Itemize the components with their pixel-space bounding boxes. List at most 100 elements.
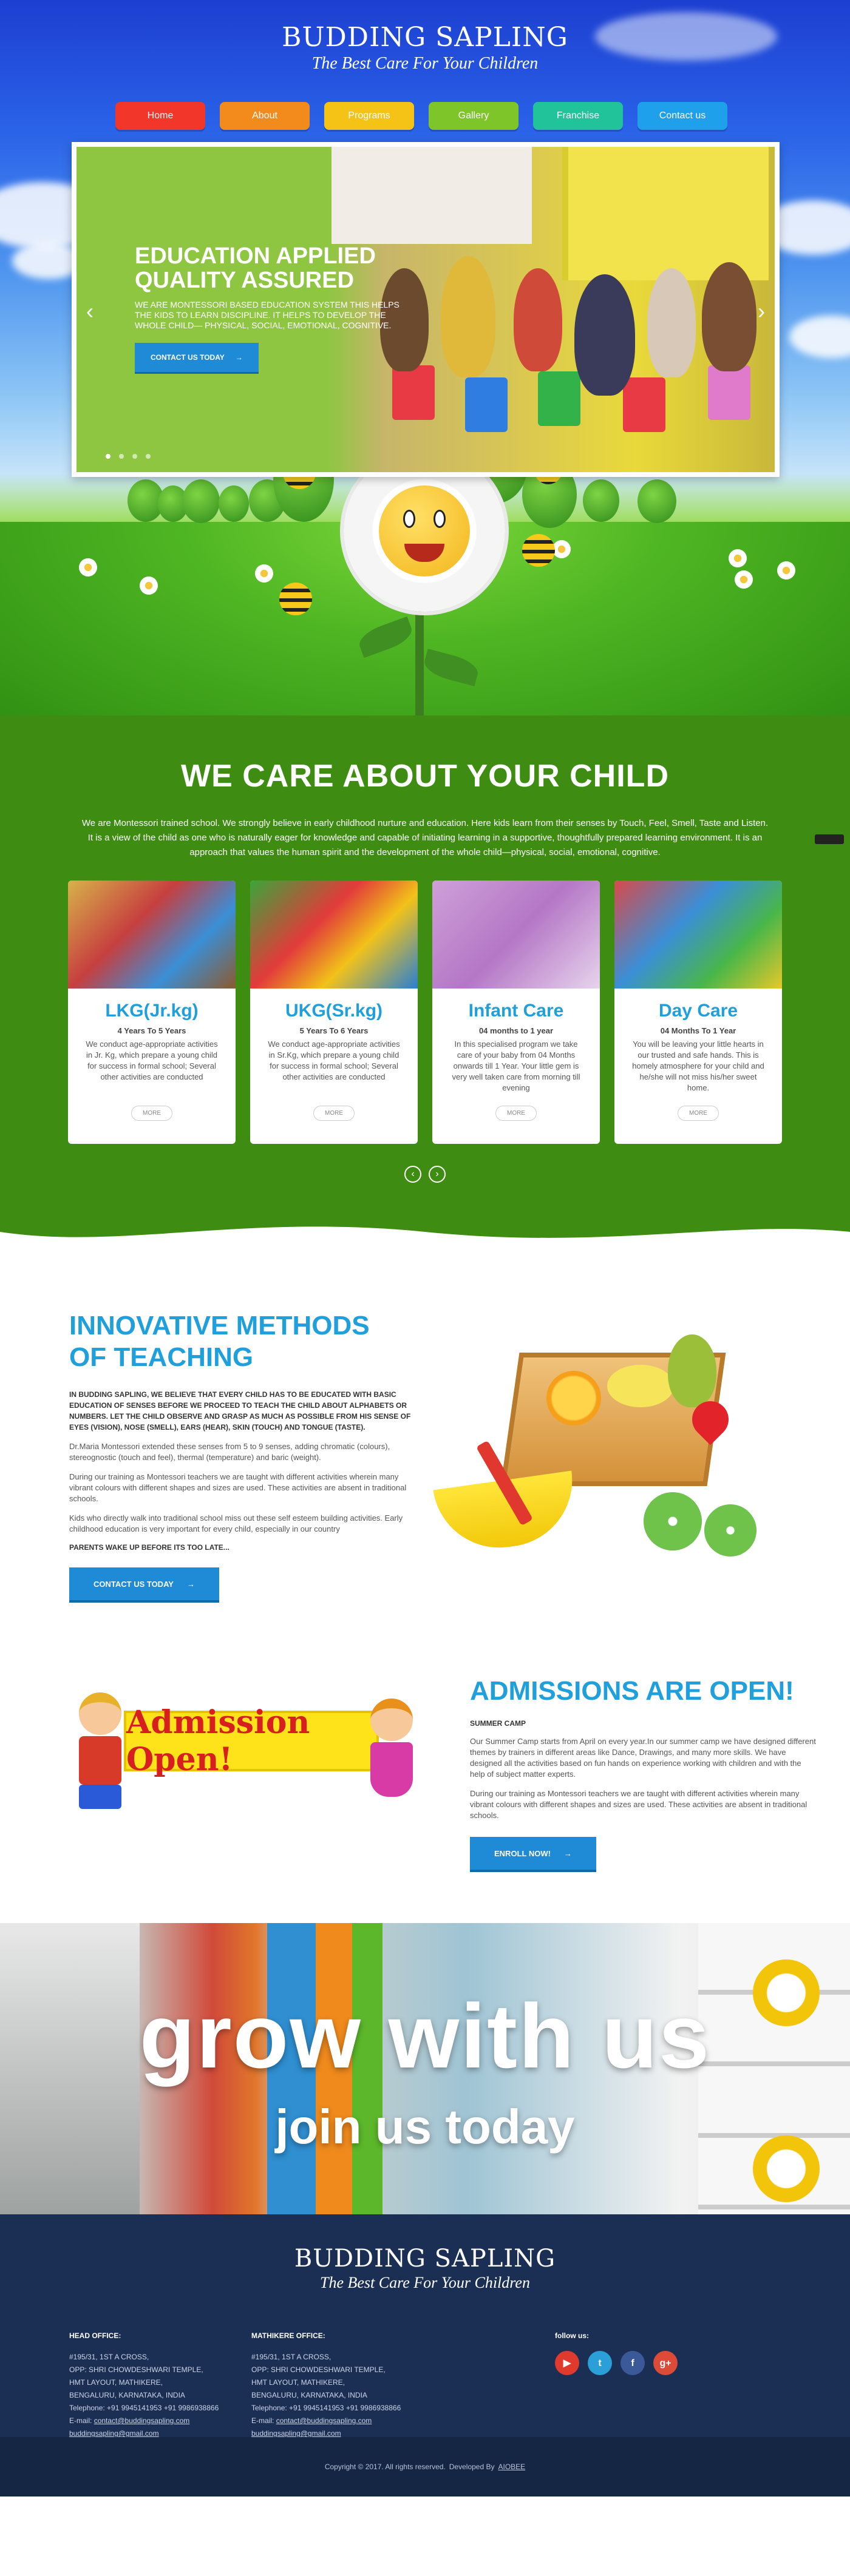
slide-title-line2: QUALITY ASSURED: [135, 268, 355, 293]
cloud: [789, 316, 850, 358]
cartoon-girl-icon: [370, 1699, 419, 1820]
site-logo[interactable]: BUDDING SAPLING The Best Care For Your C…: [0, 22, 850, 73]
twitter-icon[interactable]: t: [588, 2351, 612, 2375]
nav-label: Home: [147, 110, 174, 121]
child: [514, 268, 562, 371]
email-line: E-mail: contact@buddingsapling.com: [69, 2415, 219, 2427]
card-text: In this specialised program we take care…: [452, 1040, 580, 1092]
program-card-infant[interactable]: Infant Care 04 months to 1 year In this …: [432, 881, 600, 1144]
child: [574, 274, 635, 396]
nav-gallery[interactable]: Gallery: [429, 102, 518, 130]
email-label: E-mail:: [251, 2416, 274, 2425]
slider-prev-icon[interactable]: ‹: [86, 299, 93, 324]
address-line: OPP: SHRI CHOWDESHWARI TEMPLE,: [69, 2365, 203, 2374]
head-office-column: HEAD OFFICE: #195/31, 1ST A CROSS, OPP: …: [69, 2330, 219, 2440]
title-line1: INNOVATIVE METHODS: [69, 1311, 370, 1340]
nav-about[interactable]: About: [220, 102, 310, 130]
contact-us-button[interactable]: CONTACT US TODAY →: [135, 343, 259, 372]
chair: [623, 377, 665, 432]
email-link[interactable]: contact@buddingsapling.com: [94, 2416, 190, 2425]
care-description: We are Montessori trained school. We str…: [81, 818, 769, 857]
logo-title: BUDDING SAPLING: [282, 22, 568, 53]
email-line: E-mail: contact@buddingsapling.com: [251, 2415, 401, 2427]
slide-caption: EDUCATION APPLIED QUALITY ASSURED We are…: [135, 244, 414, 372]
flower-eye: [433, 510, 446, 528]
tree-icon: [583, 479, 619, 522]
email-link[interactable]: contact@buddingsapling.com: [276, 2416, 372, 2425]
chair: [538, 371, 580, 426]
program-card-ukg[interactable]: UKG(Sr.kg) 5 Years To 6 Years We conduct…: [250, 881, 418, 1144]
nav-label: About: [252, 110, 277, 121]
more-button[interactable]: MORE: [131, 1106, 172, 1121]
card-title: UKG(Sr.kg): [285, 1001, 383, 1021]
innovative-paragraph: During our training as Montessori teache…: [69, 1472, 407, 1503]
address-line: BENGALURU, KARNATAKA, INDIA: [69, 2391, 185, 2399]
enroll-now-button[interactable]: ENROLL NOW! →: [470, 1837, 596, 1870]
youtube-icon[interactable]: ▶: [555, 2351, 579, 2375]
innovative-text: INNOVATIVE METHODS OF TEACHING In Buddin…: [69, 1310, 415, 1600]
bee-icon: [522, 534, 555, 567]
email-link[interactable]: buddingsapling@gmail.com: [251, 2429, 341, 2438]
address-line: HMT LAYOUT, MATHIKERE,: [69, 2378, 163, 2387]
innovative-title: INNOVATIVE METHODS OF TEACHING: [69, 1310, 415, 1373]
title-line2: OF TEACHING: [69, 1342, 254, 1372]
admission-paragraph: During our training as Montessori teache…: [470, 1789, 807, 1820]
cards-prev-icon[interactable]: ‹: [404, 1166, 421, 1183]
mathikere-office-column: MATHIKERE OFFICE: #195/31, 1ST A CROSS, …: [251, 2330, 401, 2440]
slide-window: [562, 147, 769, 280]
card-text: We conduct age-appropriate activities in…: [268, 1040, 400, 1081]
cards-pager: ‹ ›: [0, 1166, 850, 1183]
facebook-icon[interactable]: f: [620, 2351, 645, 2375]
button-label: ENROLL NOW!: [494, 1848, 551, 1858]
footer-heading: MATHIKERE OFFICE:: [251, 2331, 325, 2340]
nav-programs[interactable]: Programs: [324, 102, 414, 130]
footer-logo-title: BUDDING SAPLING: [294, 2245, 556, 2273]
more-button[interactable]: MORE: [313, 1106, 355, 1121]
slide-description: We are Montessori based education system…: [135, 300, 399, 330]
google-plus-icon[interactable]: g+: [653, 2351, 678, 2375]
admission-open-banner: Admission Open!: [124, 1704, 379, 1778]
arrow-right-icon: →: [186, 1579, 195, 1589]
cards-next-icon[interactable]: ›: [429, 1166, 446, 1183]
more-button[interactable]: MORE: [495, 1106, 537, 1121]
slider-next-icon[interactable]: ›: [758, 299, 765, 324]
slider-dot[interactable]: [119, 454, 124, 459]
social-icons: ▶ t f g+: [555, 2351, 678, 2375]
slider-dot[interactable]: [146, 454, 151, 459]
card-title: LKG(Jr.kg): [105, 1001, 199, 1021]
more-button[interactable]: MORE: [678, 1106, 719, 1121]
address-line: #195/31, 1ST A CROSS,: [69, 2353, 149, 2361]
footer-logo[interactable]: BUDDING SAPLING The Best Care For Your C…: [0, 2214, 850, 2292]
nav-contact[interactable]: Contact us: [638, 102, 727, 130]
follow-us-column: follow us: ▶ t f g+: [555, 2330, 678, 2375]
daisy-icon: [777, 561, 795, 580]
child: [647, 268, 696, 377]
program-card-daycare[interactable]: Day Care 04 Months To 1 Year You will be…: [614, 881, 782, 1144]
nav-label: Gallery: [458, 110, 489, 121]
flower-face: [379, 485, 470, 576]
innovative-warning: PARENTS WAKE UP BEFORE ITS TOO LATE...: [69, 1543, 229, 1552]
daisy-icon: [140, 576, 158, 595]
developer-link[interactable]: AIOBEE: [498, 2463, 525, 2471]
summer-camp-heading: SUMMER CAMP: [470, 1719, 526, 1728]
nav-label: Programs: [348, 110, 390, 121]
fruit-toy-illustration: [433, 1328, 789, 1583]
lemon-icon: [607, 1365, 674, 1407]
nav-franchise[interactable]: Franchise: [533, 102, 623, 130]
program-card-lkg[interactable]: LKG(Jr.kg) 4 Years To 5 Years We conduct…: [68, 881, 236, 1144]
slider-dot[interactable]: [106, 454, 110, 459]
nav-home[interactable]: Home: [115, 102, 205, 130]
slide-classroom-photo: EDUCATION APPLIED QUALITY ASSURED We are…: [76, 147, 775, 472]
tree-icon: [182, 479, 220, 523]
daisy-icon: [735, 570, 753, 589]
email-link[interactable]: buddingsapling@gmail.com: [69, 2429, 159, 2438]
side-tab[interactable]: [815, 834, 844, 844]
arrow-right-icon: →: [235, 353, 243, 362]
nav-label: Franchise: [556, 110, 600, 121]
email-label: E-mail:: [69, 2416, 92, 2425]
slider-dot[interactable]: [132, 454, 137, 459]
care-section: WE CARE ABOUT YOUR CHILD We are Montesso…: [0, 715, 850, 1250]
admission-title: ADMISSIONS ARE OPEN!: [470, 1676, 794, 1706]
contact-us-button[interactable]: CONTACT US TODAY →: [69, 1567, 219, 1600]
daycare-room-image: [614, 881, 782, 989]
